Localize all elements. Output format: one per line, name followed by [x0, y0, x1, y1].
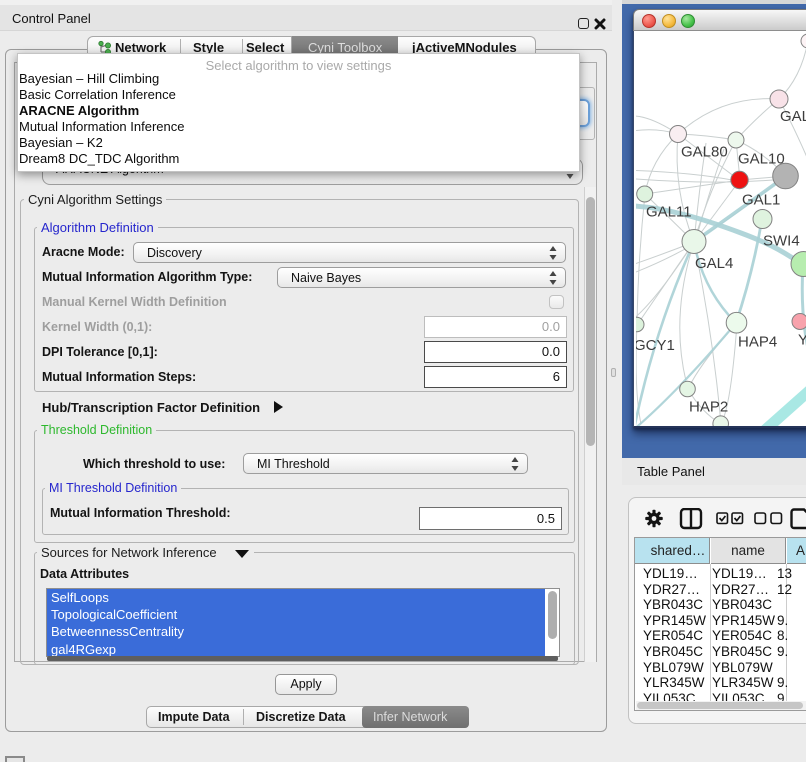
- svg-text:Y: Y: [798, 332, 806, 349]
- svg-text:GAL4: GAL4: [695, 255, 733, 272]
- svg-text:HAP4: HAP4: [738, 334, 777, 351]
- svg-text:SWI4: SWI4: [763, 233, 800, 250]
- svg-text:GAL10: GAL10: [738, 151, 785, 168]
- svg-text:GCY1: GCY1: [636, 337, 675, 354]
- svg-text:GAL11: GAL11: [646, 204, 692, 221]
- svg-text:GAL80: GAL80: [681, 144, 728, 161]
- svg-text:GAL1: GAL1: [742, 192, 780, 209]
- svg-text:GAL: GAL: [780, 108, 806, 125]
- svg-text:HAP2: HAP2: [689, 399, 728, 416]
